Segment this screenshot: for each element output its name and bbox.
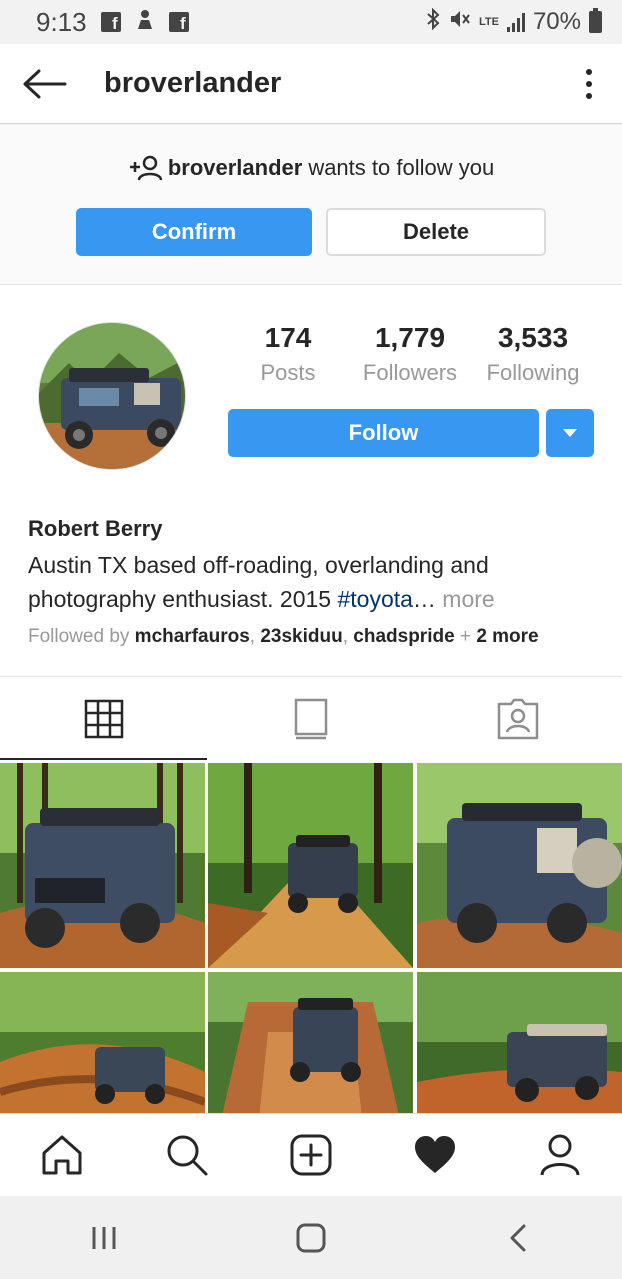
bio-text: Austin TX based off-roading, overlanding… [28,548,598,616]
followers-count: 1,779 [374,322,446,353]
delete-button[interactable]: Delete [326,208,546,256]
system-back-button[interactable] [415,1196,622,1279]
post-thumbnail[interactable] [0,972,205,1113]
bio-ellipsis: … [412,586,436,612]
more-options-button[interactable] [556,44,622,124]
followed-by[interactable]: Followed by mcharfauros, 23skiduu, chads… [28,626,598,648]
follow-request-banner: broverlander wants to follow you Confirm… [0,125,622,285]
followed-by-more[interactable]: 2 more [476,626,538,647]
status-time: 9:13 [36,6,87,37]
post-thumbnail[interactable] [208,972,413,1113]
tab-grid[interactable] [0,677,208,760]
recent-apps-button[interactable] [0,1196,207,1279]
instagram-profile-screen: 9:13 f f LTE 70% broverlander broverland… [0,0,622,1279]
nav-new-post[interactable] [249,1114,373,1196]
facebook-notification-icon: f [100,12,121,32]
battery-percent: 70% [532,8,581,35]
stat-following[interactable]: 3,533 Following [472,322,594,386]
bio-hashtag[interactable]: #toyota [337,586,412,612]
chevron-left-icon [510,1224,526,1251]
home-square-icon [296,1223,326,1252]
posts-count: 174 [264,322,312,353]
profile-bio: Robert Berry Austin TX based off-roading… [28,516,598,648]
posts-grid [0,763,622,1113]
following-count: 3,533 [497,322,569,353]
post-image [0,763,205,968]
more-options-icon [586,68,592,75]
profile-icon [540,1134,580,1176]
followed-by-user[interactable]: mcharfauros [135,626,250,647]
post-image [0,972,205,1113]
followers-label: Followers [362,360,458,385]
tagged-icon [498,698,539,739]
stat-posts[interactable]: 174 Posts [228,322,348,386]
post-image [208,763,413,968]
profile-stats: 174 Posts 1,779 Followers 3,533 Followin… [228,322,594,386]
add-post-icon [290,1134,332,1176]
nav-activity[interactable] [373,1114,497,1196]
nav-search[interactable] [124,1114,248,1196]
back-button[interactable] [0,44,90,124]
profile-header: broverlander [0,44,622,124]
followed-by-prefix: Followed by [28,626,135,647]
feed-icon [294,698,328,739]
follow-button[interactable]: Follow [228,409,539,457]
battery-icon [589,8,602,33]
post-thumbnail[interactable] [417,972,622,1113]
notification-icon [135,7,155,38]
search-icon [167,1135,208,1176]
profile-avatar[interactable] [38,322,186,470]
bio-line-1: Austin TX based off-roading, overlanding… [28,552,489,578]
request-username[interactable]: broverlander [168,155,303,181]
back-arrow-icon [23,69,67,98]
recent-apps-icon [92,1226,116,1249]
bluetooth-icon [425,7,441,37]
post-thumbnail[interactable] [208,763,413,968]
followed-by-user[interactable]: 23skiduu [260,626,342,647]
followed-by-user[interactable]: chadspride [353,626,454,647]
post-image [417,763,622,968]
nav-profile[interactable] [498,1114,622,1196]
network-type: LTE [478,16,499,28]
grid-icon [84,699,123,738]
full-name: Robert Berry [28,516,163,541]
following-label: Following [486,360,580,385]
post-image [208,972,413,1113]
bio-line-2: photography enthusiast. 2015 [28,586,338,612]
bottom-navigation [0,1113,622,1196]
chevron-down-icon [563,429,577,437]
post-image [417,972,622,1113]
signal-icon [506,12,525,32]
header-username: broverlander [104,67,282,99]
activity-heart-icon [415,1136,456,1173]
system-navigation-bar [0,1196,622,1279]
confirm-button[interactable]: Confirm [76,208,312,256]
home-icon [42,1135,82,1175]
bio-more-link[interactable]: more [436,586,494,612]
home-system-button[interactable] [207,1196,414,1279]
follow-request-text: broverlander wants to follow you [0,155,622,181]
request-message: wants to follow you [308,155,495,180]
tab-feed[interactable] [207,677,414,760]
post-thumbnail[interactable] [0,763,205,968]
status-bar: 9:13 f f LTE 70% [0,0,622,44]
facebook-notification-icon: f [168,12,189,32]
avatar-image [39,323,185,469]
post-thumbnail[interactable] [417,763,622,968]
add-person-icon [129,155,162,181]
profile-tabs [0,676,622,760]
mute-icon [449,8,471,37]
tab-tagged[interactable] [415,677,622,760]
nav-home[interactable] [0,1114,124,1196]
suggested-accounts-button[interactable] [546,409,594,457]
stat-followers[interactable]: 1,779 Followers [348,322,472,386]
posts-label: Posts [260,360,316,385]
